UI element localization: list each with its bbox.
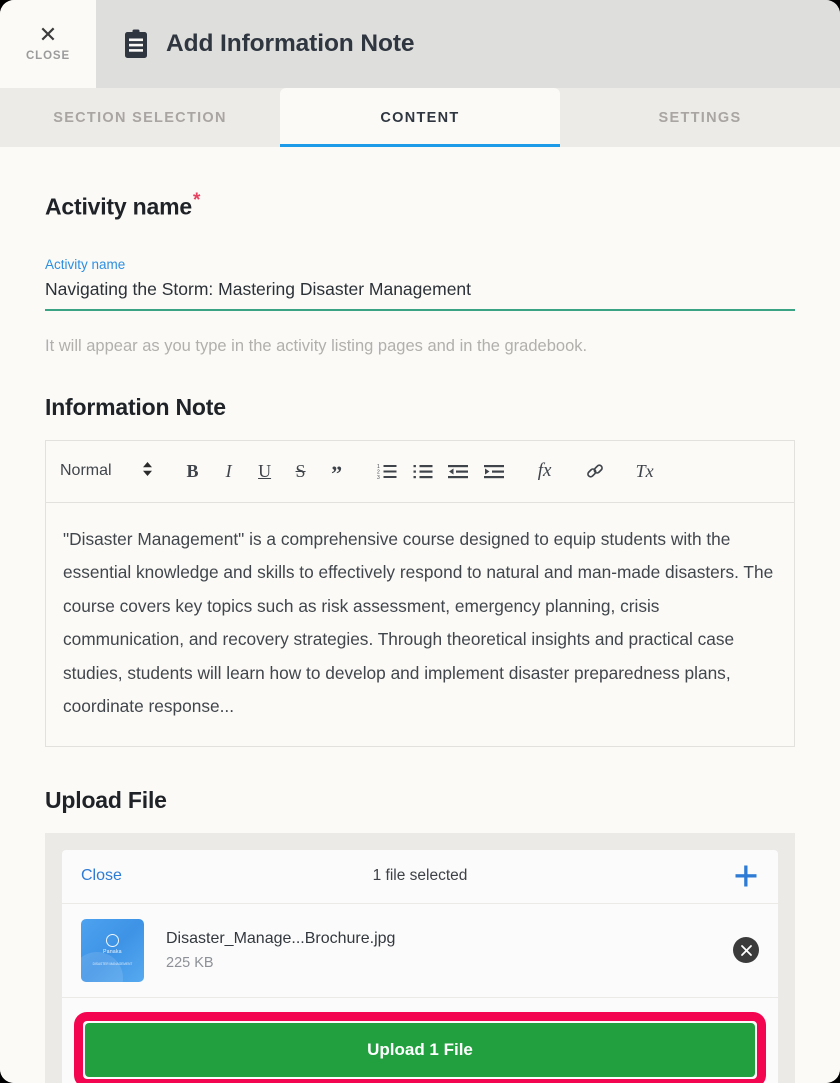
activity-name-heading: Activity name* <box>45 190 795 221</box>
bold-button[interactable]: B <box>175 453 211 489</box>
editor-content-text[interactable]: "Disaster Management" is a comprehensive… <box>46 503 794 746</box>
clear-format-icon: Tx <box>635 460 654 481</box>
blockquote-button[interactable]: ” <box>319 453 355 489</box>
rich-text-editor: Normal B I U S ” 1 2 3 fx Tx "Disaster M… <box>45 439 795 747</box>
upload-files-button[interactable]: Upload 1 File <box>85 1022 755 1077</box>
file-name: Disaster_Manage...Brochure.jpg <box>166 929 396 947</box>
clipboard-icon <box>123 29 149 59</box>
updown-arrows-icon <box>142 461 153 482</box>
tab-bar: SECTION SELECTION CONTENT SETTINGS <box>0 88 840 147</box>
dialog-title-wrap: Add Information Note <box>96 0 840 88</box>
link-icon <box>586 464 603 478</box>
thumbnail-sub-text: DISASTER MANAGEMENT <box>92 962 133 967</box>
indent-button[interactable] <box>477 453 513 489</box>
dialog-body: Activity name* Activity name It will app… <box>0 190 840 1083</box>
activity-name-field-label: Activity name <box>45 256 126 272</box>
upload-card-header: Close 1 file selected <box>62 850 778 904</box>
required-marker: * <box>192 190 201 211</box>
ordered-list-icon: 1 2 3 <box>377 464 397 479</box>
dialog-header: ✕ CLOSE Add Information Note <box>0 0 840 88</box>
information-note-heading: Information Note <box>45 393 226 420</box>
formula-button[interactable]: fx <box>527 453 563 489</box>
file-size: 225 KB <box>166 954 214 971</box>
indent-icon <box>484 465 505 479</box>
file-count-label: 1 file selected <box>372 867 468 885</box>
upload-action-area: Upload 1 File <box>62 998 778 1083</box>
strikethrough-button[interactable]: S <box>283 453 319 489</box>
activity-name-input[interactable] <box>45 278 795 311</box>
outdent-button[interactable] <box>441 453 477 489</box>
svg-text:3: 3 <box>377 475 380 479</box>
format-select-value: Normal <box>60 462 112 480</box>
underline-button[interactable]: U <box>247 453 283 489</box>
remove-file-button[interactable] <box>733 937 759 964</box>
upload-panel: Close 1 file selected Panaka DISASTER MA… <box>45 832 795 1083</box>
file-thumbnail: Panaka DISASTER MANAGEMENT <box>81 918 144 982</box>
bullet-list-icon <box>413 465 433 479</box>
link-button[interactable] <box>577 453 613 489</box>
file-meta: Disaster_Manage...Brochure.jpg 225 KB <box>144 930 733 971</box>
plus-icon <box>735 865 757 887</box>
upload-file-heading: Upload File <box>45 786 167 813</box>
tab-content[interactable]: CONTENT <box>280 88 560 147</box>
activity-name-section: Activity name* Activity name It will app… <box>45 190 795 356</box>
close-button[interactable]: ✕ CLOSE <box>0 0 96 88</box>
format-select[interactable]: Normal <box>60 461 153 482</box>
tab-settings[interactable]: SETTINGS <box>560 88 840 147</box>
close-circle-icon <box>740 944 752 956</box>
modal-dialog: ✕ CLOSE Add Information Note SECTION SEL… <box>0 0 840 1083</box>
outdent-icon <box>448 465 469 479</box>
thumbnail-logo-icon <box>106 934 119 948</box>
activity-name-heading-text: Activity name <box>45 193 192 220</box>
italic-button[interactable]: I <box>211 453 247 489</box>
upload-card: Close 1 file selected Panaka DISASTER MA… <box>62 849 778 1083</box>
add-file-button[interactable] <box>639 863 759 889</box>
bullet-list-button[interactable] <box>405 453 441 489</box>
page-title: Add Information Note <box>166 30 415 57</box>
editor-toolbar: Normal B I U S ” 1 2 3 fx Tx <box>46 441 794 503</box>
clear-format-button[interactable]: Tx <box>627 453 663 489</box>
close-button-label: CLOSE <box>25 50 71 62</box>
upload-close-link[interactable]: Close <box>81 867 201 885</box>
file-list-item: Panaka DISASTER MANAGEMENT Disaster_Mana… <box>62 904 778 998</box>
activity-name-help-text: It will appear as you type in the activi… <box>45 336 588 355</box>
close-x-icon: ✕ <box>38 22 58 47</box>
ordered-list-button[interactable]: 1 2 3 <box>369 453 405 489</box>
thumbnail-logo-text: Panaka <box>103 949 122 956</box>
tab-section-selection[interactable]: SECTION SELECTION <box>0 88 280 147</box>
highlight-annotation: Upload 1 File <box>74 1011 766 1083</box>
